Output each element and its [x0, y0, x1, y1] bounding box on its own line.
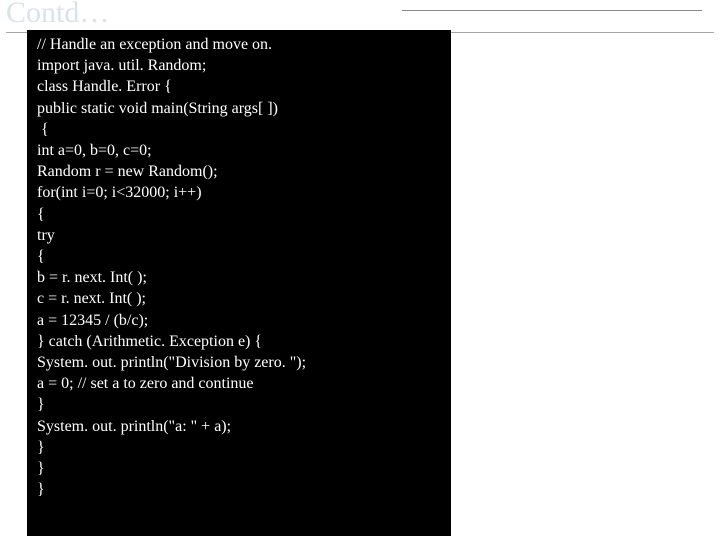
code-line: {: [33, 119, 445, 140]
code-line: b = r. next. Int( );: [33, 267, 445, 288]
code-line: }: [33, 479, 445, 500]
code-line: // Handle an exception and move on.: [33, 34, 445, 55]
code-line: a = 0; // set a to zero and continue: [33, 373, 445, 394]
code-line: class Handle. Error {: [33, 76, 445, 97]
code-line: }: [33, 394, 445, 415]
code-line: Random r = new Random();: [33, 161, 445, 182]
code-line: {: [33, 204, 445, 225]
code-line: {: [33, 246, 445, 267]
code-line: for(int i=0; i<32000; i++): [33, 182, 445, 203]
title-area: Contd…: [6, 0, 714, 33]
code-line: System. out. println("Division by zero. …: [33, 352, 445, 373]
code-line: System. out. println("a: " + a);: [33, 416, 445, 437]
code-line: c = r. next. Int( );: [33, 288, 445, 309]
code-line: try: [33, 225, 445, 246]
code-line: public static void main(String args[ ]): [33, 98, 445, 119]
code-line: }: [33, 437, 445, 458]
slide: Contd… // Handle an exception and move o…: [0, 0, 720, 540]
code-line: } catch (Arithmetic. Exception e) {: [33, 331, 445, 352]
slide-title: Contd…: [6, 0, 109, 29]
code-line: int a=0, b=0, c=0;: [33, 140, 445, 161]
code-line: import java. util. Random;: [33, 55, 445, 76]
code-line: }: [33, 458, 445, 479]
code-block: // Handle an exception and move on. impo…: [27, 30, 451, 536]
code-line: a = 12345 / (b/c);: [33, 310, 445, 331]
title-divider: [402, 10, 702, 11]
